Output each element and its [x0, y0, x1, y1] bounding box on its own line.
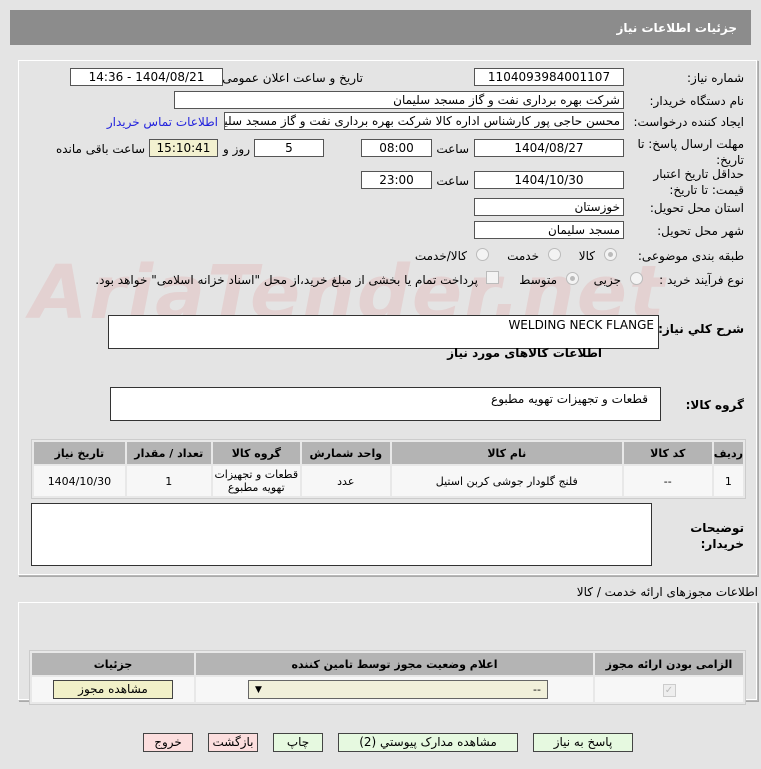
print-button[interactable]: چاپ [273, 733, 323, 752]
col-group: گروه کالا [212, 442, 300, 464]
remaining-time-field: 15:10:41 [149, 139, 218, 157]
col-date: تاریخ نیاز [34, 442, 125, 464]
deadline-time-label: ساعت [436, 142, 469, 156]
goods-group-label: گروه کالا: [685, 398, 744, 412]
cell-date: 1404/10/30 [34, 466, 125, 496]
view-attachments-button[interactable]: مشاهده مدارک پیوستي (2) [338, 733, 518, 752]
page-header: جزئیات اطلاعات نیاز [10, 10, 751, 45]
treasury-payment-checkbox[interactable] [486, 271, 499, 284]
items-table-header: ردیف کد کالا نام کالا واحد شمارش گروه کا… [34, 442, 743, 464]
contact-buyer-link[interactable]: اطلاعات تماس خریدار [107, 115, 218, 129]
permit-status-value: -- [533, 683, 541, 696]
goods-section-title: اطلاعات کالاهای مورد نیاز [447, 346, 602, 360]
buyer-field: شرکت بهره برداری نفت و گاز مسجد سلیمان [174, 91, 624, 109]
creator-field: محسن حاجی پور کارشناس اداره کالا شرکت به… [224, 112, 624, 130]
cell-row: 1 [713, 466, 743, 496]
process-radio-minor[interactable] [630, 272, 643, 285]
table-row: 1 -- فلنج گلودار جوشی کربن استیل عدد قطع… [34, 466, 743, 496]
validity-date-field: 1404/10/30 [474, 171, 624, 189]
province-label: استان محل تحویل: [649, 201, 744, 215]
category-radio-service[interactable] [548, 248, 561, 261]
validity-time-label: ساعت [436, 174, 469, 188]
process-option-medium: متوسط [519, 273, 557, 287]
category-radio-goods-service[interactable] [476, 248, 489, 261]
table-row: ✓ -- ▼ مشاهده مجوز [32, 677, 743, 702]
reply-button[interactable]: پاسخ به نیاز [533, 733, 633, 752]
exit-button[interactable]: خروج [143, 733, 193, 752]
col-unit: واحد شمارش [301, 442, 390, 464]
col-qty: تعداد / مقدار [126, 442, 211, 464]
buyer-label: نام دستگاه خریدار: [649, 94, 745, 108]
deadline-label: مهلت ارسال پاسخ: تا تاریخ: [637, 137, 744, 167]
deadline-date-field: 1404/08/27 [474, 139, 624, 157]
permit-required-checkbox: ✓ [662, 683, 676, 697]
process-option-minor: جزیی [593, 273, 621, 287]
city-label: شهر محل تحویل: [657, 224, 744, 238]
category-option-goods-service: کالا/خدمت [414, 249, 467, 263]
cell-code: -- [623, 466, 712, 496]
province-field: خوزستان [474, 198, 624, 216]
col-permit-status: اعلام وضعیت مجوز توسط تامین کننده [196, 653, 593, 675]
permits-section-title: اطلاعات مجوزهای ارائه خدمت / کالا [576, 585, 758, 599]
col-name: نام کالا [391, 442, 622, 464]
cell-name: فلنج گلودار جوشی کربن استیل [391, 466, 622, 496]
deadline-time-field: 08:00 [361, 139, 432, 157]
description-textarea[interactable]: WELDING NECK FLANGE [108, 315, 659, 349]
chevron-down-icon: ▼ [255, 684, 262, 695]
days-label: روز و [223, 142, 250, 156]
announce-field: 1404/08/21 - 14:36 [70, 68, 223, 86]
permit-status-select[interactable]: -- ▼ [248, 680, 548, 699]
goods-group-textarea[interactable]: قطعات و تجهیزات تهویه مطبوع [110, 387, 661, 421]
col-code: کد کالا [623, 442, 712, 464]
creator-label: ایجاد کننده درخواست: [633, 115, 744, 129]
buyer-notes-textarea[interactable] [31, 503, 652, 566]
col-permit-required: الزامی بودن ارائه مجوز [595, 653, 743, 675]
description-label: شرح كلي نياز: [658, 322, 744, 336]
remaining-label: ساعت باقی مانده [55, 142, 145, 156]
validity-time-field: 23:00 [361, 171, 432, 189]
cell-qty: 1 [126, 466, 211, 496]
process-label: نوع فرآیند خرید : [659, 273, 744, 287]
need-number-field: 1104093984001107 [474, 68, 624, 86]
col-permit-details: جزئیات [32, 653, 194, 675]
view-permit-button[interactable]: مشاهده مجوز [53, 680, 173, 699]
category-option-goods: کالا [578, 249, 595, 263]
category-label: طبقه بندی موضوعی: [637, 249, 744, 263]
need-number-label: شماره نیاز: [687, 71, 744, 85]
buyer-notes-label: توضیحات خریدار: [690, 521, 744, 551]
cell-unit: عدد [301, 466, 390, 496]
items-table: ردیف کد کالا نام کالا واحد شمارش گروه کا… [31, 439, 746, 499]
category-radio-goods[interactable] [604, 248, 617, 261]
cell-group: قطعات و تجهیزات تهویه مطبوع [212, 466, 300, 496]
validity-label: حداقل تاریخ اعتبار قیمت: تا تاریخ: [653, 167, 744, 197]
category-option-service: خدمت [507, 249, 539, 263]
days-field: 5 [254, 139, 324, 157]
city-field: مسجد سلیمان [474, 221, 624, 239]
process-radio-medium[interactable] [566, 272, 579, 285]
back-button[interactable]: بازگشت [208, 733, 258, 752]
col-row: ردیف [713, 442, 743, 464]
treasury-payment-note: پرداخت تمام یا بخشی از مبلغ خرید،از محل … [95, 273, 478, 287]
permits-table: الزامی بودن ارائه مجوز اعلام وضعیت مجوز … [29, 650, 746, 705]
announce-label: تاریخ و ساعت اعلان عمومی: [218, 71, 363, 85]
